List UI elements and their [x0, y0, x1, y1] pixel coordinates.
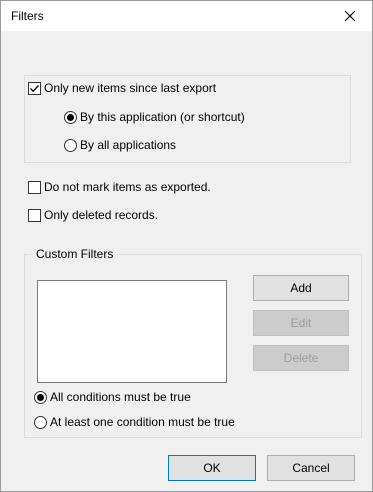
only-deleted-checkbox[interactable]: Only deleted records.: [28, 208, 158, 222]
radio-dot: [37, 393, 44, 401]
do-not-mark-checkbox[interactable]: Do not mark items as exported.: [28, 180, 211, 194]
delete-button[interactable]: Delete: [253, 345, 349, 371]
by-this-application-label: By this application (or shortcut): [80, 110, 245, 124]
custom-filters-caption: Custom Filters: [33, 247, 117, 261]
ok-button-label: OK: [203, 461, 221, 475]
close-icon: [344, 10, 356, 22]
cancel-button-label: Cancel: [292, 461, 330, 475]
radio-circle[interactable]: [34, 390, 47, 404]
checkmark-icon: [30, 84, 39, 92]
all-conditions-label: All conditions must be true: [50, 390, 191, 404]
ok-button[interactable]: OK: [168, 455, 256, 481]
radio-circle[interactable]: [64, 138, 77, 152]
title-bar: Filters: [1, 1, 372, 31]
radio-circle[interactable]: [34, 415, 47, 429]
do-not-mark-label: Do not mark items as exported.: [44, 180, 211, 194]
checkbox-box[interactable]: [28, 81, 41, 95]
any-condition-label: At least one condition must be true: [50, 415, 235, 429]
radio-dot: [67, 113, 74, 121]
by-all-applications-radio[interactable]: By all applications: [64, 138, 176, 152]
only-new-items-checkbox[interactable]: Only new items since last export: [28, 81, 216, 95]
checkbox-box[interactable]: [28, 180, 41, 194]
close-button[interactable]: [328, 1, 372, 31]
filters-dialog: Filters Only new items since last export…: [0, 0, 373, 492]
only-deleted-label: Only deleted records.: [44, 208, 159, 222]
custom-filters-list[interactable]: [37, 280, 227, 383]
edit-button-label: Edit: [290, 316, 312, 330]
checkbox-box[interactable]: [28, 208, 41, 222]
add-button-label: Add: [290, 281, 312, 295]
edit-button[interactable]: Edit: [253, 310, 349, 336]
cancel-button[interactable]: Cancel: [267, 455, 355, 481]
add-button[interactable]: Add: [253, 275, 349, 301]
any-condition-radio[interactable]: At least one condition must be true: [34, 415, 235, 429]
radio-circle[interactable]: [64, 110, 77, 124]
by-all-applications-label: By all applications: [80, 138, 177, 152]
only-new-items-label: Only new items since last export: [44, 81, 217, 95]
all-conditions-radio[interactable]: All conditions must be true: [34, 390, 191, 404]
delete-button-label: Delete: [283, 351, 319, 365]
by-this-application-radio[interactable]: By this application (or shortcut): [64, 110, 245, 124]
window-title: Filters: [11, 9, 44, 23]
